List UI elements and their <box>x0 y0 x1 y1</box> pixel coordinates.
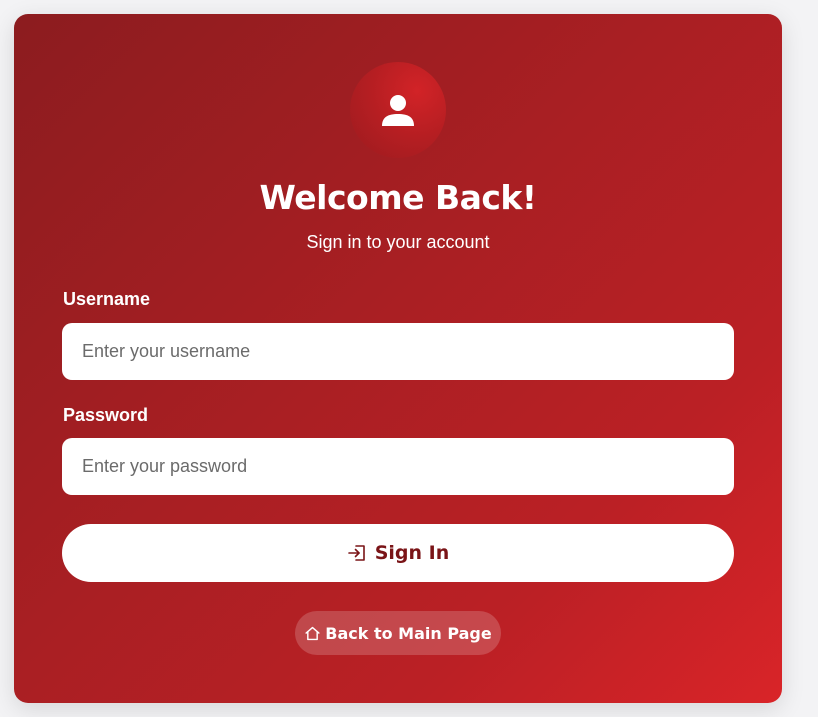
username-label: Username <box>63 289 151 309</box>
password-label: Password <box>63 405 149 425</box>
user-icon <box>382 95 414 126</box>
login-card: Welcome Back! Sign in to your account Us… <box>14 14 782 703</box>
avatar <box>350 62 446 158</box>
sign-in-label: Sign In <box>374 542 450 564</box>
page-subtitle: Sign in to your account <box>306 232 490 252</box>
username-input[interactable] <box>62 323 734 380</box>
sign-in-icon <box>347 545 365 561</box>
password-input[interactable] <box>62 438 734 495</box>
back-label: Back to Main Page <box>325 623 492 643</box>
sign-in-button[interactable]: Sign In <box>62 524 734 582</box>
back-to-main-button[interactable]: Back to Main Page <box>295 611 501 655</box>
page-title: Welcome Back! <box>259 178 537 217</box>
home-icon <box>305 626 320 640</box>
